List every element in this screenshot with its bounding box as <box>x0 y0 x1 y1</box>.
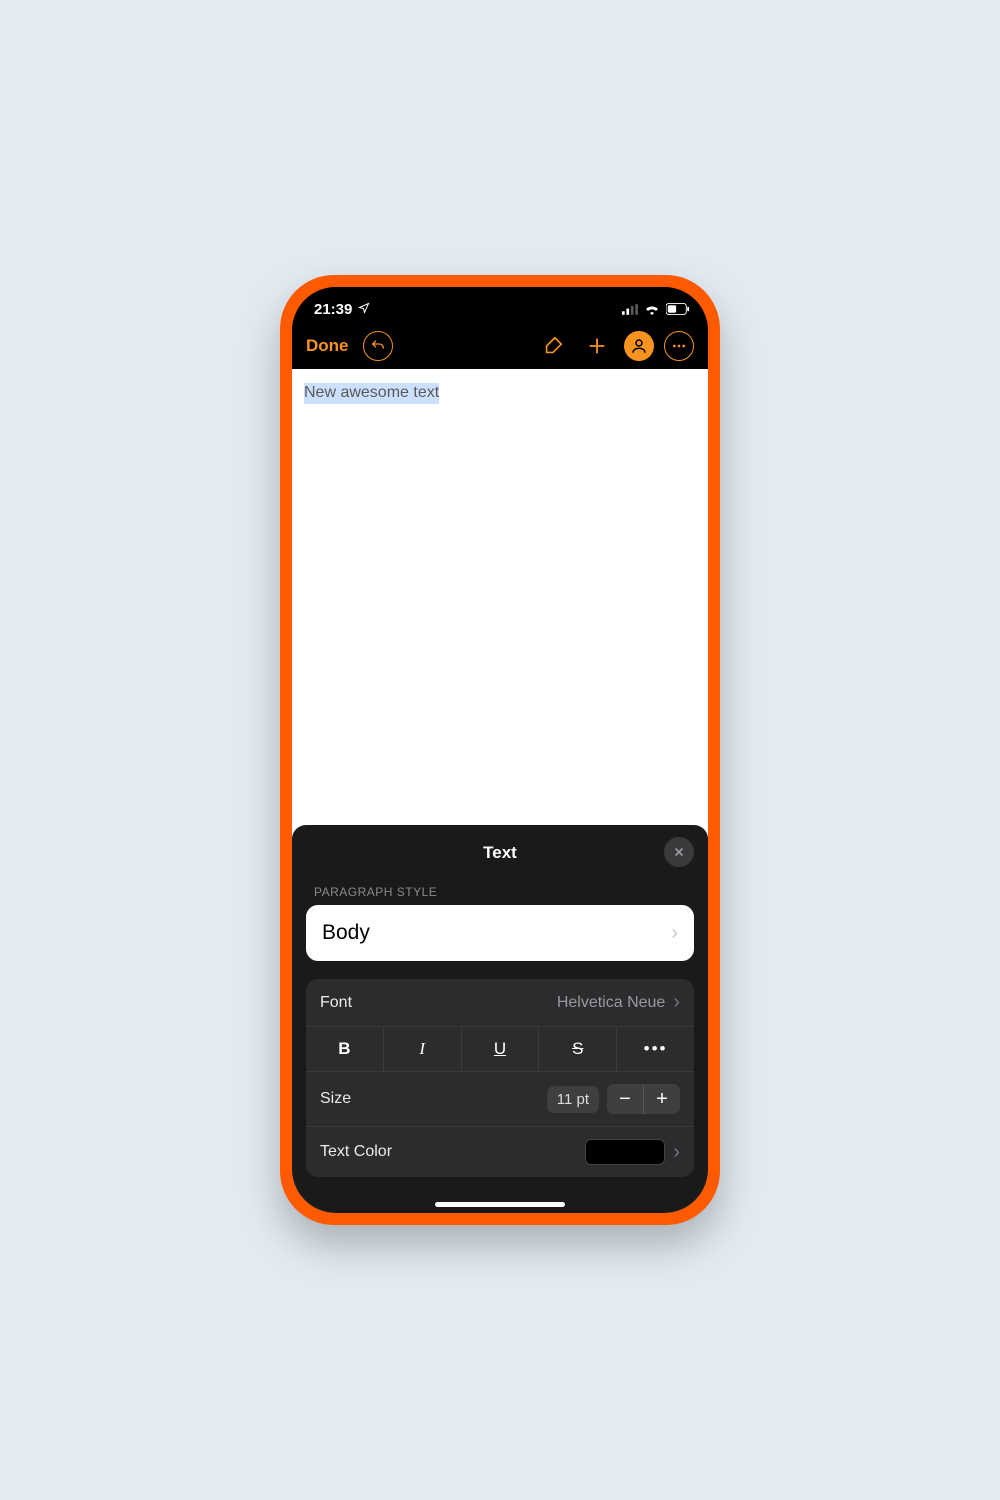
paragraph-style-value: Body <box>322 921 370 945</box>
more-formatting-button[interactable]: ••• <box>617 1027 694 1071</box>
font-row[interactable]: Font Helvetica Neue › <box>306 979 694 1027</box>
text-color-row[interactable]: Text Color › <box>306 1127 694 1177</box>
paragraph-style-row[interactable]: Body › <box>306 905 694 961</box>
panel-title: Text <box>483 843 517 863</box>
chevron-right-icon: › <box>673 1141 680 1164</box>
panel-close-button[interactable] <box>664 837 694 867</box>
italic-button[interactable]: I <box>384 1027 462 1071</box>
battery-icon <box>666 303 690 315</box>
screen: 21:39 Done <box>292 287 708 1213</box>
size-label: Size <box>320 1090 351 1108</box>
status-right <box>622 303 690 315</box>
font-label: Font <box>320 994 352 1012</box>
undo-button[interactable] <box>363 331 393 361</box>
format-brush-button[interactable] <box>536 329 570 363</box>
plus-icon <box>586 335 608 357</box>
chevron-right-icon: › <box>673 991 680 1014</box>
status-time: 21:39 <box>314 301 352 318</box>
toolbar: Done <box>292 323 708 369</box>
phone-frame: 21:39 Done <box>280 275 720 1225</box>
size-row: Size 11 pt − + <box>306 1072 694 1127</box>
signal-icon <box>622 304 638 315</box>
text-format-panel: Text PARAGRAPH STYLE Body › Font Helveti… <box>292 825 708 1213</box>
bold-button[interactable]: B <box>306 1027 384 1071</box>
text-options-group: Font Helvetica Neue › B I U S ••• Size <box>306 979 694 1177</box>
status-bar: 21:39 <box>292 287 708 323</box>
close-icon <box>672 845 686 859</box>
selected-text[interactable]: New awesome text <box>304 383 439 404</box>
collaborate-button[interactable] <box>624 331 654 361</box>
status-left: 21:39 <box>314 301 370 318</box>
text-color-swatch <box>585 1139 665 1165</box>
ellipsis-icon <box>671 338 687 354</box>
more-button[interactable] <box>664 331 694 361</box>
home-indicator[interactable] <box>435 1202 565 1207</box>
size-stepper: − + <box>607 1084 680 1114</box>
chevron-right-icon: › <box>671 922 678 945</box>
strikethrough-button[interactable]: S <box>539 1027 617 1071</box>
font-value: Helvetica Neue <box>557 994 666 1012</box>
underline-button[interactable]: U <box>462 1027 540 1071</box>
size-increase-button[interactable]: + <box>644 1084 680 1114</box>
format-buttons-row: B I U S ••• <box>306 1027 694 1072</box>
paragraph-style-section-label: PARAGRAPH STYLE <box>314 885 690 899</box>
add-button[interactable] <box>580 329 614 363</box>
text-color-label: Text Color <box>320 1143 392 1161</box>
undo-icon <box>370 338 386 354</box>
done-button[interactable]: Done <box>306 336 349 356</box>
wifi-icon <box>644 303 660 315</box>
brush-icon <box>542 335 564 357</box>
size-value-chip[interactable]: 11 pt <box>547 1086 599 1113</box>
location-icon <box>358 301 370 318</box>
size-decrease-button[interactable]: − <box>607 1084 643 1114</box>
person-icon <box>630 337 648 355</box>
panel-header: Text <box>306 839 694 867</box>
